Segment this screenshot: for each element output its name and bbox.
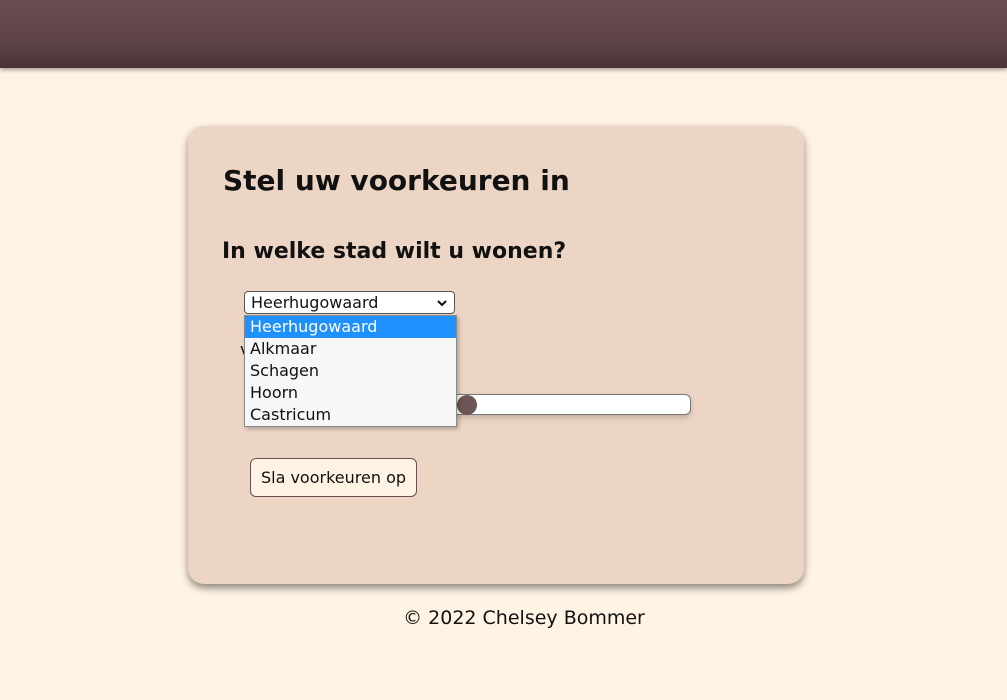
dropdown-option[interactable]: Schagen	[245, 360, 456, 382]
dropdown-option[interactable]: Castricum	[245, 404, 456, 426]
city-select[interactable]: Heerhugowaard	[244, 291, 455, 314]
dropdown-option[interactable]: Alkmaar	[245, 338, 456, 360]
footer-copyright: © 2022 Chelsey Bommer	[403, 607, 645, 629]
top-header-bar	[0, 0, 1007, 68]
save-preferences-button[interactable]: Sla voorkeuren op	[250, 458, 417, 497]
city-dropdown-list: Heerhugowaard Alkmaar Schagen Hoorn Cast…	[244, 315, 457, 427]
dropdown-option[interactable]: Heerhugowaard	[245, 316, 456, 338]
city-select-value: Heerhugowaard	[251, 293, 379, 312]
preference-slider[interactable]	[440, 394, 691, 415]
dropdown-option[interactable]: Hoorn	[245, 382, 456, 404]
city-question: In welke stad wilt u wonen?	[222, 239, 567, 264]
page-title: Stel uw voorkeuren in	[223, 164, 570, 197]
slider-thumb[interactable]	[457, 395, 477, 415]
chevron-down-icon	[436, 293, 448, 313]
